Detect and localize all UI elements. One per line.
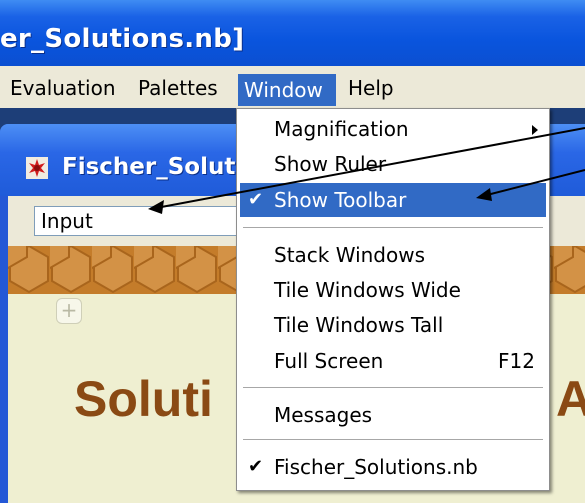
notebook-heading: Soluti <box>74 371 213 427</box>
menu-item-label: Tile Windows Wide <box>274 278 461 302</box>
add-cell-button[interactable]: + <box>56 298 82 324</box>
main-title-bar[interactable]: er_Solutions.nb] <box>0 0 585 66</box>
menu-item-fischer-solutions[interactable]: ✔ Fischer_Solutions.nb <box>240 451 546 483</box>
app-icon <box>26 157 48 179</box>
menu-item-messages[interactable]: Messages <box>240 399 546 431</box>
submenu-arrow-icon <box>532 125 538 135</box>
menu-item-tile-windows-wide[interactable]: Tile Windows Wide <box>240 274 546 306</box>
menu-item-magnification[interactable]: Magnification <box>240 113 546 145</box>
menu-item-label: Messages <box>274 403 373 427</box>
menu-item-label: Tile Windows Tall <box>274 313 444 337</box>
menu-item-label: Show Toolbar <box>274 188 407 212</box>
menu-item-label: Show Ruler <box>274 152 387 176</box>
menu-evaluation[interactable]: Evaluation <box>4 74 122 102</box>
menu-item-stack-windows[interactable]: Stack Windows <box>240 239 546 271</box>
menu-item-show-toolbar[interactable]: ✔ Show Toolbar <box>240 183 546 217</box>
cell-style-select[interactable]: Input <box>34 206 244 236</box>
notebook-title: Fischer_Solut <box>62 154 236 180</box>
menu-separator <box>243 227 543 229</box>
menu-item-full-screen[interactable]: Full Screen F12 <box>240 345 546 377</box>
menu-item-tile-windows-tall[interactable]: Tile Windows Tall <box>240 309 546 341</box>
menu-separator <box>243 387 543 389</box>
window-menu-dropdown: Magnification Show Ruler ✔ Show Toolbar … <box>236 108 550 491</box>
menu-bar: Evaluation Palettes Window Help <box>0 66 585 109</box>
menu-separator <box>243 439 543 441</box>
notebook-heading-right: A <box>556 371 585 427</box>
menu-item-label: Full Screen <box>274 349 384 373</box>
menu-item-shortcut: F12 <box>498 349 535 373</box>
menu-item-label: Stack Windows <box>274 243 426 267</box>
menu-item-show-ruler[interactable]: Show Ruler <box>240 148 546 180</box>
menu-window[interactable]: Window <box>238 74 336 106</box>
menu-item-label: Fischer_Solutions.nb <box>274 455 478 479</box>
check-icon: ✔ <box>248 189 264 210</box>
menu-item-label: Magnification <box>274 117 409 141</box>
check-icon: ✔ <box>248 456 264 477</box>
menu-palettes[interactable]: Palettes <box>132 74 224 102</box>
menu-help[interactable]: Help <box>342 74 400 102</box>
window-title: er_Solutions.nb] <box>0 24 245 54</box>
